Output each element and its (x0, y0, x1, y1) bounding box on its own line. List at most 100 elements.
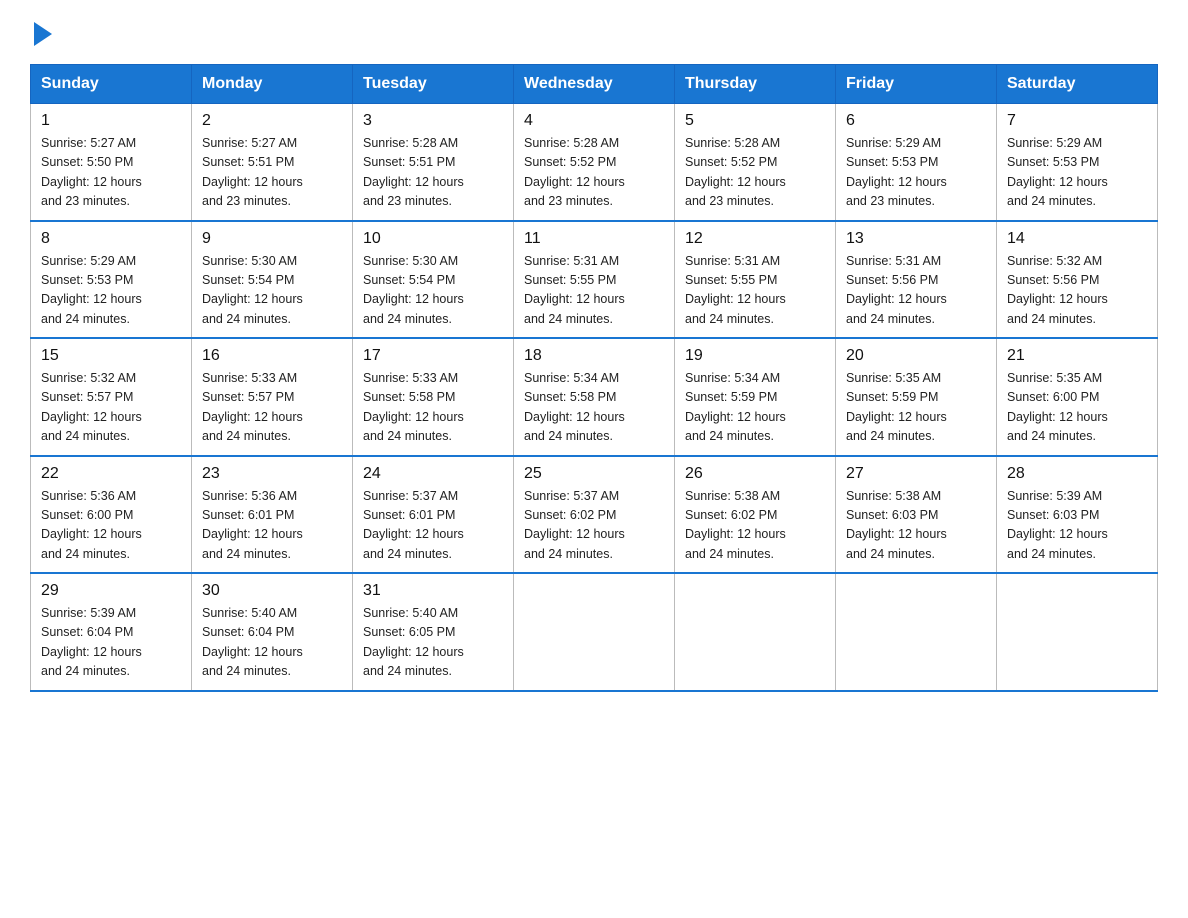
day-info: Sunrise: 5:29 AMSunset: 5:53 PMDaylight:… (41, 252, 181, 330)
day-number: 11 (524, 230, 664, 248)
day-info: Sunrise: 5:36 AMSunset: 6:01 PMDaylight:… (202, 487, 342, 565)
day-number: 7 (1007, 112, 1147, 130)
day-number: 31 (363, 582, 503, 600)
day-info: Sunrise: 5:34 AMSunset: 5:59 PMDaylight:… (685, 369, 825, 447)
day-info: Sunrise: 5:33 AMSunset: 5:58 PMDaylight:… (363, 369, 503, 447)
day-info: Sunrise: 5:30 AMSunset: 5:54 PMDaylight:… (202, 252, 342, 330)
week-row-3: 15 Sunrise: 5:32 AMSunset: 5:57 PMDayligh… (31, 338, 1158, 456)
header-cell-friday: Friday (836, 65, 997, 104)
header-cell-tuesday: Tuesday (353, 65, 514, 104)
day-info: Sunrise: 5:30 AMSunset: 5:54 PMDaylight:… (363, 252, 503, 330)
header-cell-saturday: Saturday (997, 65, 1158, 104)
calendar-cell (836, 573, 997, 691)
day-number: 15 (41, 347, 181, 365)
day-info: Sunrise: 5:36 AMSunset: 6:00 PMDaylight:… (41, 487, 181, 565)
calendar-cell (514, 573, 675, 691)
day-info: Sunrise: 5:27 AMSunset: 5:50 PMDaylight:… (41, 134, 181, 212)
day-number: 26 (685, 465, 825, 483)
day-number: 1 (41, 112, 181, 130)
day-number: 18 (524, 347, 664, 365)
day-info: Sunrise: 5:31 AMSunset: 5:55 PMDaylight:… (524, 252, 664, 330)
calendar-cell: 3Sunrise: 5:28 AMSunset: 5:51 PMDaylight… (353, 104, 514, 221)
header-cell-monday: Monday (192, 65, 353, 104)
day-info: Sunrise: 5:32 AMSunset: 5:57 PMDaylight:… (41, 369, 181, 447)
calendar-cell: 17Sunrise: 5:33 AMSunset: 5:58 PMDayligh… (353, 338, 514, 456)
calendar-cell: 18 Sunrise: 5:34 AMSunset: 5:58 PMDayligh… (514, 338, 675, 456)
calendar-cell: 5Sunrise: 5:28 AMSunset: 5:52 PMDaylight… (675, 104, 836, 221)
day-info: Sunrise: 5:39 AMSunset: 6:03 PMDaylight:… (1007, 487, 1147, 565)
calendar-cell: 29 Sunrise: 5:39 AMSunset: 6:04 PMDayligh… (31, 573, 192, 691)
day-number: 5 (685, 112, 825, 130)
calendar-cell: 6 Sunrise: 5:29 AMSunset: 5:53 PMDaylight… (836, 104, 997, 221)
day-number: 29 (41, 582, 181, 600)
calendar-cell: 9 Sunrise: 5:30 AMSunset: 5:54 PMDaylight… (192, 221, 353, 339)
day-info: Sunrise: 5:38 AMSunset: 6:02 PMDaylight:… (685, 487, 825, 565)
day-info: Sunrise: 5:29 AMSunset: 5:53 PMDaylight:… (1007, 134, 1147, 212)
day-number: 25 (524, 465, 664, 483)
page-header (30, 20, 1158, 46)
calendar-cell: 19 Sunrise: 5:34 AMSunset: 5:59 PMDayligh… (675, 338, 836, 456)
day-number: 23 (202, 465, 342, 483)
calendar-cell: 14Sunrise: 5:32 AMSunset: 5:56 PMDayligh… (997, 221, 1158, 339)
day-info: Sunrise: 5:40 AMSunset: 6:04 PMDaylight:… (202, 604, 342, 682)
day-number: 6 (846, 112, 986, 130)
calendar-cell: 15 Sunrise: 5:32 AMSunset: 5:57 PMDayligh… (31, 338, 192, 456)
calendar-cell: 7 Sunrise: 5:29 AMSunset: 5:53 PMDaylight… (997, 104, 1158, 221)
day-info: Sunrise: 5:29 AMSunset: 5:53 PMDaylight:… (846, 134, 986, 212)
calendar-cell: 27 Sunrise: 5:38 AMSunset: 6:03 PMDayligh… (836, 456, 997, 574)
day-number: 14 (1007, 230, 1147, 248)
header-row: SundayMondayTuesdayWednesdayThursdayFrid… (31, 65, 1158, 104)
header-cell-thursday: Thursday (675, 65, 836, 104)
calendar-cell: 25 Sunrise: 5:37 AMSunset: 6:02 PMDayligh… (514, 456, 675, 574)
day-number: 27 (846, 465, 986, 483)
day-number: 30 (202, 582, 342, 600)
calendar-table: SundayMondayTuesdayWednesdayThursdayFrid… (30, 64, 1158, 692)
day-info: Sunrise: 5:35 AMSunset: 6:00 PMDaylight:… (1007, 369, 1147, 447)
header-cell-sunday: Sunday (31, 65, 192, 104)
day-number: 4 (524, 112, 664, 130)
calendar-cell: 21Sunrise: 5:35 AMSunset: 6:00 PMDayligh… (997, 338, 1158, 456)
calendar-cell: 10 Sunrise: 5:30 AMSunset: 5:54 PMDayligh… (353, 221, 514, 339)
logo-triangle-icon (34, 22, 52, 46)
calendar-cell (997, 573, 1158, 691)
calendar-cell: 13 Sunrise: 5:31 AMSunset: 5:56 PMDayligh… (836, 221, 997, 339)
calendar-cell: 24 Sunrise: 5:37 AMSunset: 6:01 PMDayligh… (353, 456, 514, 574)
day-info: Sunrise: 5:40 AMSunset: 6:05 PMDaylight:… (363, 604, 503, 682)
day-number: 28 (1007, 465, 1147, 483)
calendar-cell (675, 573, 836, 691)
calendar-cell: 20 Sunrise: 5:35 AMSunset: 5:59 PMDayligh… (836, 338, 997, 456)
calendar-cell: 12Sunrise: 5:31 AMSunset: 5:55 PMDayligh… (675, 221, 836, 339)
day-number: 19 (685, 347, 825, 365)
day-number: 24 (363, 465, 503, 483)
day-number: 10 (363, 230, 503, 248)
day-info: Sunrise: 5:27 AMSunset: 5:51 PMDaylight:… (202, 134, 342, 212)
day-info: Sunrise: 5:35 AMSunset: 5:59 PMDaylight:… (846, 369, 986, 447)
calendar-cell: 26 Sunrise: 5:38 AMSunset: 6:02 PMDayligh… (675, 456, 836, 574)
day-number: 2 (202, 112, 342, 130)
day-info: Sunrise: 5:31 AMSunset: 5:56 PMDaylight:… (846, 252, 986, 330)
calendar-cell: 1 Sunrise: 5:27 AMSunset: 5:50 PMDaylight… (31, 104, 192, 221)
day-info: Sunrise: 5:34 AMSunset: 5:58 PMDaylight:… (524, 369, 664, 447)
day-number: 20 (846, 347, 986, 365)
day-number: 12 (685, 230, 825, 248)
week-row-4: 22 Sunrise: 5:36 AMSunset: 6:00 PMDayligh… (31, 456, 1158, 574)
calendar-cell: 11 Sunrise: 5:31 AMSunset: 5:55 PMDayligh… (514, 221, 675, 339)
day-number: 8 (41, 230, 181, 248)
day-info: Sunrise: 5:37 AMSunset: 6:02 PMDaylight:… (524, 487, 664, 565)
header-cell-wednesday: Wednesday (514, 65, 675, 104)
day-info: Sunrise: 5:39 AMSunset: 6:04 PMDaylight:… (41, 604, 181, 682)
day-info: Sunrise: 5:38 AMSunset: 6:03 PMDaylight:… (846, 487, 986, 565)
day-number: 22 (41, 465, 181, 483)
calendar-cell: 16Sunrise: 5:33 AMSunset: 5:57 PMDayligh… (192, 338, 353, 456)
day-number: 13 (846, 230, 986, 248)
calendar-cell: 30 Sunrise: 5:40 AMSunset: 6:04 PMDayligh… (192, 573, 353, 691)
day-info: Sunrise: 5:33 AMSunset: 5:57 PMDaylight:… (202, 369, 342, 447)
logo (30, 20, 52, 46)
calendar-cell: 2 Sunrise: 5:27 AMSunset: 5:51 PMDaylight… (192, 104, 353, 221)
week-row-1: 1 Sunrise: 5:27 AMSunset: 5:50 PMDaylight… (31, 104, 1158, 221)
calendar-cell: 31 Sunrise: 5:40 AMSunset: 6:05 PMDayligh… (353, 573, 514, 691)
day-number: 9 (202, 230, 342, 248)
calendar-cell: 23 Sunrise: 5:36 AMSunset: 6:01 PMDayligh… (192, 456, 353, 574)
day-number: 3 (363, 112, 503, 130)
day-info: Sunrise: 5:37 AMSunset: 6:01 PMDaylight:… (363, 487, 503, 565)
